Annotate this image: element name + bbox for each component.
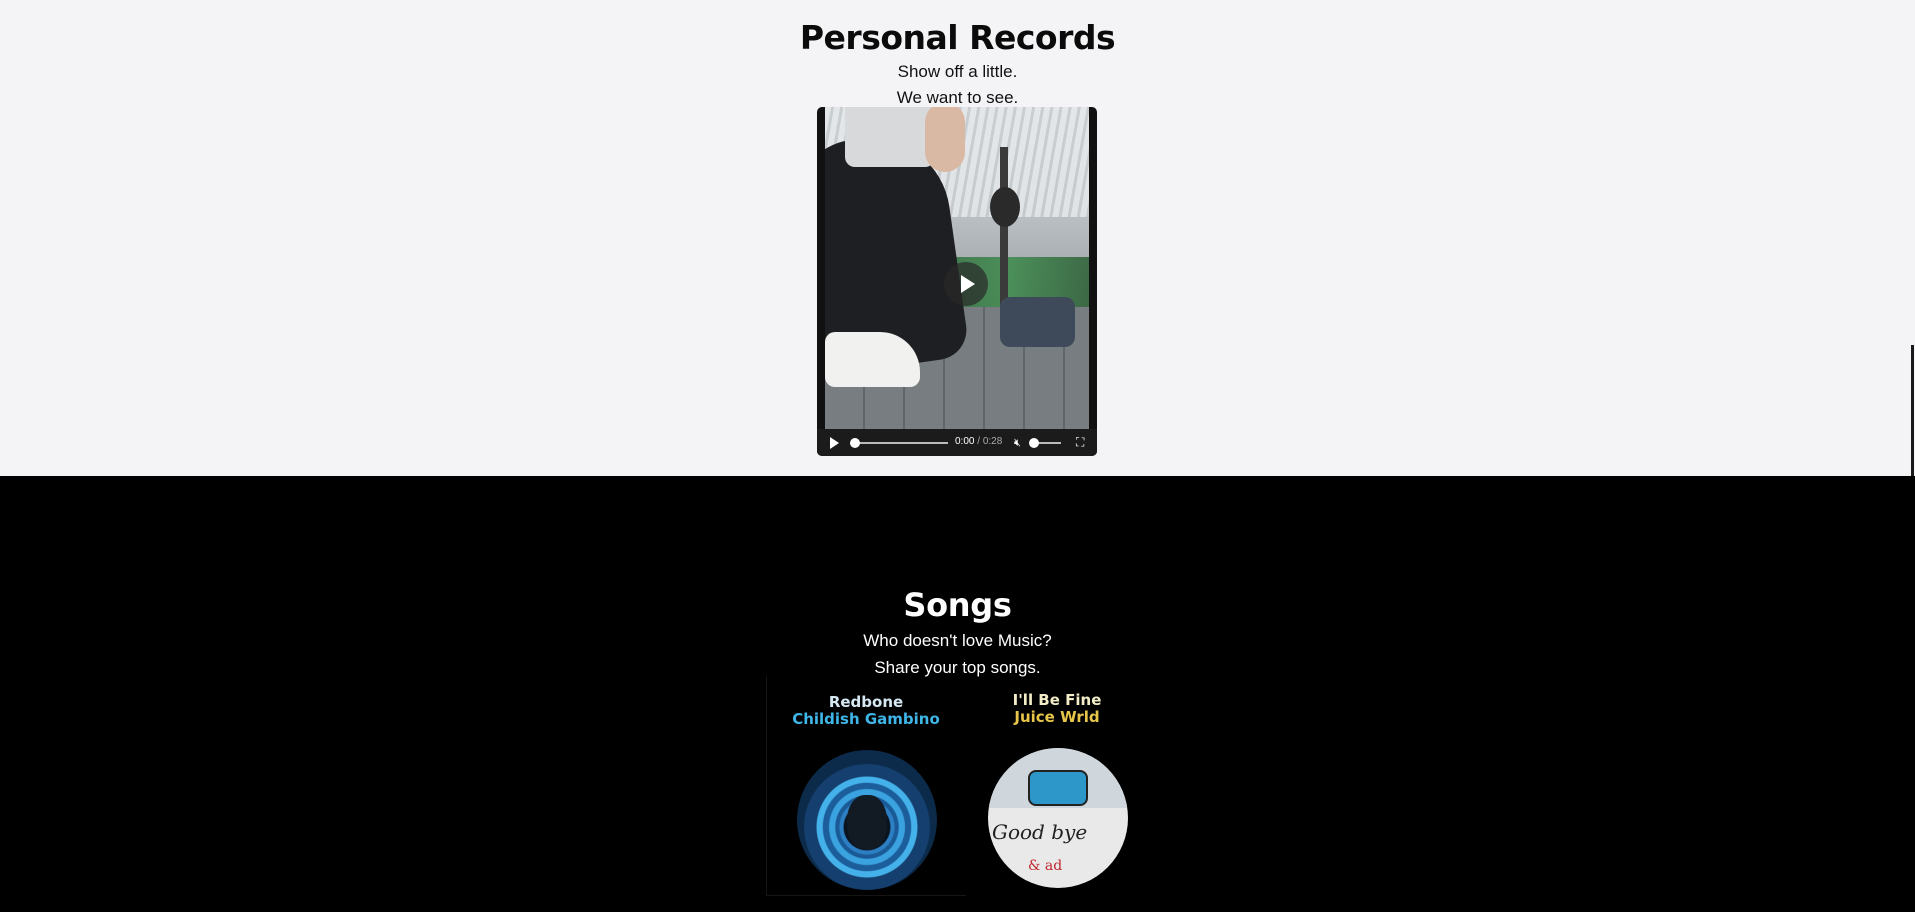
album-art-car bbox=[1028, 770, 1088, 806]
play-icon[interactable] bbox=[944, 262, 988, 306]
fullscreen-icon[interactable]: ⛶ bbox=[1076, 436, 1084, 448]
song-artist: Juice Wrld bbox=[1014, 708, 1100, 726]
personal-records-section: Personal Records Show off a little. We w… bbox=[0, 0, 1915, 476]
songs-subtitle-2: Share your top songs. bbox=[874, 658, 1041, 677]
song-name: I'll Be Fine bbox=[1012, 691, 1102, 709]
songs-title: Songs bbox=[903, 586, 1012, 624]
video-player[interactable]: 0:00 / 0:28 🔇︎ ⛶ bbox=[817, 107, 1097, 456]
song-card[interactable]: I'll Be Fine Juice Wrld bbox=[957, 692, 1157, 726]
video-frame[interactable] bbox=[825, 107, 1089, 429]
current-time: 0:00 bbox=[955, 436, 975, 447]
seek-bar[interactable] bbox=[853, 442, 948, 444]
play-icon[interactable] bbox=[830, 437, 839, 449]
album-cover[interactable] bbox=[797, 750, 937, 890]
album-art-lettering: Good bye bbox=[992, 820, 1088, 844]
song-card[interactable]: Redbone Childish Gambino bbox=[766, 694, 966, 728]
video-scene-shirt bbox=[845, 107, 935, 167]
songs-subtitle-1: Who doesn't love Music? bbox=[863, 631, 1052, 650]
volume-handle[interactable] bbox=[1029, 438, 1039, 448]
seek-handle[interactable] bbox=[850, 438, 860, 448]
album-cover[interactable]: Good bye & ad bbox=[988, 748, 1128, 888]
muted-speaker-icon[interactable]: 🔇︎ bbox=[1014, 437, 1021, 449]
personal-records-subtitle-2: We want to see. bbox=[896, 88, 1019, 107]
personal-records-subtitle-1: Show off a little. bbox=[897, 62, 1018, 81]
video-scene-bag bbox=[1000, 297, 1075, 347]
songs-section: Songs Who doesn't love Music? Share your… bbox=[0, 476, 1915, 912]
album-art-lettering: & ad bbox=[1028, 858, 1063, 874]
song-artist: Childish Gambino bbox=[792, 710, 940, 728]
song-name: Redbone bbox=[828, 693, 904, 711]
album-art-figure bbox=[847, 795, 887, 850]
time-separator: / bbox=[974, 436, 983, 447]
video-scene-plate bbox=[990, 187, 1020, 227]
duration: 0:28 bbox=[982, 436, 1003, 447]
time-display: 0:00 / 0:28 bbox=[955, 436, 1002, 447]
video-controls: 0:00 / 0:28 🔇︎ ⛶ bbox=[817, 429, 1097, 456]
video-scene-arm bbox=[925, 107, 965, 172]
personal-records-title: Personal Records bbox=[799, 18, 1116, 57]
